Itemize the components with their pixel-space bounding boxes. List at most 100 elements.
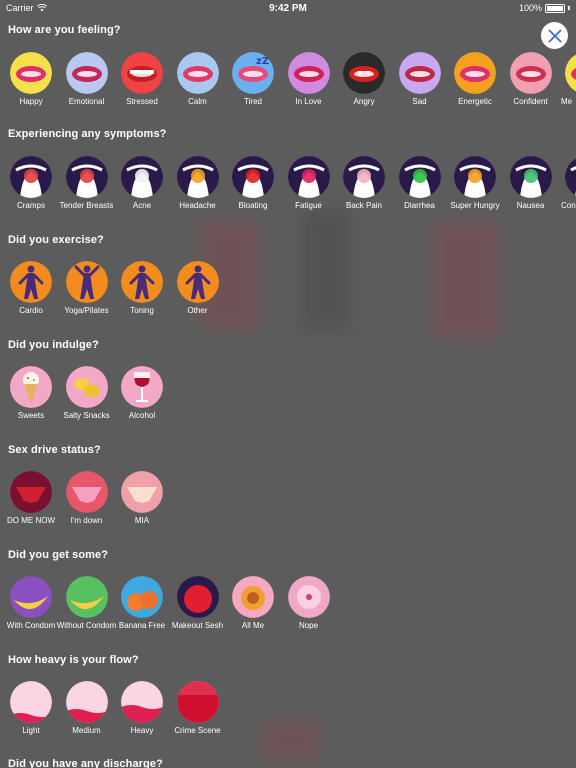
section-title-flow: How heavy is your flow? bbox=[8, 654, 139, 666]
symptoms-icon bbox=[232, 156, 274, 198]
feeling-option[interactable]: Happy bbox=[3, 52, 59, 106]
getsome-option[interactable]: With Condom bbox=[3, 576, 59, 630]
section-title-exercise: Did you exercise? bbox=[8, 234, 104, 246]
feeling-option[interactable]: Energetic bbox=[447, 52, 503, 106]
sexdrive-option-label: MIA bbox=[134, 516, 150, 525]
indulge-option[interactable]: Alcohol bbox=[114, 366, 170, 420]
getsome-option[interactable]: All Me bbox=[225, 576, 281, 630]
getsome-icon bbox=[121, 576, 163, 618]
symptoms-icon bbox=[65, 156, 108, 198]
symptoms-option[interactable]: Acne bbox=[114, 156, 170, 210]
symptoms-option[interactable]: Diarrhea bbox=[392, 156, 448, 210]
getsome-option[interactable]: Banana Free bbox=[114, 576, 170, 630]
feeling-option-label: Angry bbox=[353, 97, 375, 106]
feeling-option-label: Tired bbox=[244, 97, 262, 106]
flow-option[interactable]: Medium bbox=[59, 681, 115, 735]
feeling-option[interactable]: Angry bbox=[336, 52, 392, 106]
indulge-icon bbox=[121, 366, 163, 408]
exercise-icon bbox=[65, 261, 108, 303]
feeling-icon bbox=[65, 52, 108, 94]
exercise-option[interactable]: Other bbox=[170, 261, 226, 315]
feeling-option-label: Happy bbox=[19, 97, 43, 106]
feeling-icon bbox=[509, 52, 552, 94]
symptoms-option[interactable]: Cramps bbox=[3, 156, 59, 210]
getsome-icon bbox=[176, 576, 219, 618]
flow-icon bbox=[176, 681, 219, 723]
getsome-option-label: Banana Free bbox=[118, 621, 166, 630]
flow-icon bbox=[10, 681, 52, 723]
feeling-option-label: Calm bbox=[188, 97, 207, 106]
section-title-getsome: Did you get some? bbox=[8, 549, 109, 561]
exercise-option-label: Toning bbox=[130, 306, 154, 315]
symptoms-icon bbox=[454, 156, 496, 198]
battery-icon bbox=[545, 3, 565, 13]
section-title-symptoms: Experiencing any symptoms? bbox=[8, 128, 167, 140]
symptoms-icon bbox=[565, 156, 576, 198]
feeling-option-label: Confident bbox=[513, 97, 548, 106]
flow-option-label: Heavy bbox=[130, 726, 154, 735]
symptoms-option-label: Back Pain bbox=[345, 201, 383, 210]
sexdrive-option[interactable]: DO ME NOW bbox=[3, 471, 59, 525]
exercise-icon bbox=[176, 261, 219, 303]
symptoms-option-label: Nausea bbox=[516, 201, 545, 210]
symptoms-option[interactable]: Bloating bbox=[225, 156, 281, 210]
feeling-option-label: Me bbox=[561, 97, 573, 106]
feeling-option[interactable]: Stressed bbox=[114, 52, 170, 106]
getsome-option-label: All Me bbox=[241, 621, 265, 630]
feeling-option[interactable]: In Love bbox=[281, 52, 337, 106]
flow-option[interactable]: Light bbox=[3, 681, 59, 735]
symptoms-option-label: Super Hungry bbox=[450, 201, 500, 210]
symptoms-icon bbox=[343, 156, 385, 198]
exercise-icon bbox=[10, 261, 52, 303]
section-title-indulge: Did you indulge? bbox=[8, 339, 99, 351]
getsome-option-label: Without Condom bbox=[56, 621, 117, 630]
flow-option[interactable]: Heavy bbox=[114, 681, 170, 735]
getsome-option-label: With Condom bbox=[6, 621, 56, 630]
section-title-discharge: Did you have any discharge? bbox=[8, 758, 163, 768]
svg-text:zZ: zZ bbox=[256, 56, 269, 67]
feeling-icon bbox=[454, 52, 496, 94]
feeling-option[interactable]: zZ Tired bbox=[225, 52, 281, 106]
symptoms-option[interactable]: Tender Breasts bbox=[59, 156, 115, 210]
close-button[interactable] bbox=[541, 22, 568, 49]
getsome-option[interactable]: Without Condom bbox=[56, 576, 117, 630]
feeling-option[interactable]: Confident bbox=[503, 52, 559, 106]
getsome-option[interactable]: Nope bbox=[281, 576, 337, 630]
symptoms-option[interactable]: Con bbox=[558, 156, 576, 210]
indulge-icon bbox=[10, 366, 52, 408]
symptoms-option[interactable]: Nausea bbox=[503, 156, 559, 210]
flow-option-label: Light bbox=[22, 726, 40, 735]
feeling-icon bbox=[121, 52, 163, 94]
indulge-option[interactable]: Salty Snacks bbox=[59, 366, 115, 420]
sexdrive-option[interactable]: I'm down bbox=[59, 471, 115, 525]
exercise-option[interactable]: Yoga/Pilates bbox=[59, 261, 115, 315]
indulge-option-label: Sweets bbox=[17, 411, 45, 420]
symptoms-option[interactable]: Back Pain bbox=[336, 156, 392, 210]
feeling-option[interactable]: Me bbox=[558, 52, 576, 106]
background-blob bbox=[300, 210, 350, 330]
exercise-option[interactable]: Cardio bbox=[3, 261, 59, 315]
feeling-option[interactable]: Calm bbox=[170, 52, 226, 106]
getsome-icon bbox=[65, 576, 108, 618]
symptoms-option[interactable]: Headache bbox=[170, 156, 226, 210]
indulge-option[interactable]: Sweets bbox=[3, 366, 59, 420]
status-time: 9:42 PM bbox=[269, 2, 307, 14]
feeling-option[interactable]: Emotional bbox=[59, 52, 115, 106]
symptoms-option[interactable]: Super Hungry bbox=[447, 156, 503, 210]
getsome-icon bbox=[10, 576, 52, 618]
exercise-icon bbox=[121, 261, 163, 303]
flow-option[interactable]: Crime Scene bbox=[170, 681, 226, 735]
sexdrive-option[interactable]: MIA bbox=[114, 471, 170, 525]
exercise-option[interactable]: Toning bbox=[114, 261, 170, 315]
symptoms-option[interactable]: Fatigue bbox=[281, 156, 337, 210]
feeling-option-label: Energetic bbox=[458, 97, 492, 106]
sexdrive-icon bbox=[65, 471, 108, 513]
feeling-icon bbox=[565, 52, 576, 94]
feeling-option[interactable]: Sad bbox=[392, 52, 448, 106]
getsome-option-label: Nope bbox=[298, 621, 319, 630]
symptoms-option-label: Fatigue bbox=[295, 201, 322, 210]
section-title-feeling: How are you feeling? bbox=[8, 24, 121, 36]
flow-icon bbox=[121, 681, 163, 723]
getsome-option[interactable]: Makeout Sesh bbox=[170, 576, 226, 630]
exercise-option-label: Yoga/Pilates bbox=[64, 306, 109, 315]
